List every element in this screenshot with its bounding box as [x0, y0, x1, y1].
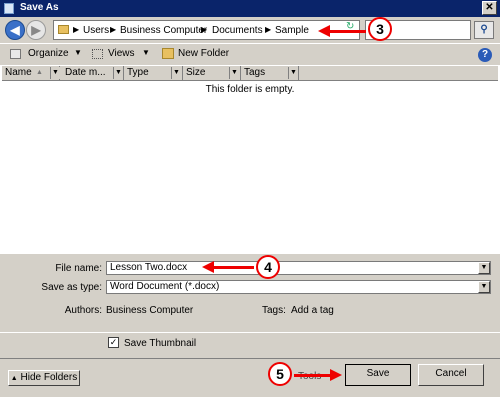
save-options-panel: File name: Lesson Two.docx ▼ Save as typ…: [0, 254, 500, 397]
authors-label: Authors:: [64, 305, 102, 316]
views-icon: [92, 49, 103, 59]
file-name-value: Lesson Two.docx: [110, 262, 188, 273]
new-folder-icon: [162, 48, 174, 59]
divider: [0, 332, 500, 333]
window-icon: [4, 3, 14, 14]
save-button[interactable]: Save: [345, 364, 411, 386]
save-type-select[interactable]: Word Document (*.docx): [106, 280, 491, 294]
chevron-up-icon: ▲: [10, 375, 18, 382]
help-icon[interactable]: ?: [478, 48, 492, 62]
save-type-value: Word Document (*.docx): [110, 281, 220, 292]
tags-field[interactable]: Add a tag: [291, 305, 334, 316]
chevron-down-icon[interactable]: ▼: [478, 262, 490, 274]
address-bar: ◀ ▶ ▶ Users ▶ Business Computer ▶ Docume…: [0, 17, 500, 43]
breadcrumb-documents[interactable]: Documents: [212, 25, 263, 36]
chevron-down-icon[interactable]: ▼: [50, 67, 60, 79]
chevron-right-icon[interactable]: ▶: [73, 25, 79, 34]
chevron-down-icon[interactable]: ▼: [171, 67, 181, 79]
annotation-arrow-head: [202, 261, 214, 273]
save-type-label: Save as type:: [41, 282, 102, 293]
title-bar: Save As ✕: [0, 0, 500, 17]
chevron-right-icon[interactable]: ▶: [110, 25, 116, 34]
chevron-down-icon[interactable]: ▼: [229, 67, 239, 79]
authors-field[interactable]: Business Computer: [106, 305, 193, 316]
folder-icon: [58, 25, 69, 34]
column-label: Type: [127, 67, 149, 78]
breadcrumb-sample[interactable]: Sample: [275, 25, 309, 36]
file-name-label: File name:: [55, 263, 102, 274]
cancel-button[interactable]: Cancel: [418, 364, 484, 386]
save-thumbnail-label: Save Thumbnail: [124, 338, 197, 349]
close-button[interactable]: ✕: [482, 1, 497, 15]
annotation-arrow-head: [330, 369, 342, 381]
organize-icon: [10, 49, 21, 59]
back-button[interactable]: ◀: [5, 20, 25, 40]
chevron-right-icon[interactable]: ▶: [201, 25, 207, 34]
chevron-down-icon[interactable]: ▼: [478, 281, 490, 293]
chevron-down-icon[interactable]: ▼: [74, 48, 82, 57]
views-button[interactable]: Views: [108, 48, 135, 59]
annotation-arrow: [212, 266, 254, 269]
annotation-arrow: [294, 374, 330, 377]
hide-folders-label: Hide Folders: [20, 372, 78, 383]
window-title: Save As: [20, 2, 59, 13]
step-4-callout: 4: [256, 255, 280, 279]
sort-up-icon: ▲: [36, 69, 43, 76]
step-5-callout: 5: [268, 362, 292, 386]
organize-button[interactable]: Organize: [28, 48, 69, 59]
toolbar: Organize ▼ Views ▼ New Folder ?: [0, 43, 500, 65]
chevron-down-icon[interactable]: ▼: [113, 67, 123, 79]
tags-label: Tags:: [262, 305, 286, 316]
column-header-row: Name ▲ ▼ Date m... ▼ Type ▼ Size ▼ Tags …: [2, 66, 498, 81]
chevron-down-icon[interactable]: ▼: [288, 67, 298, 79]
breadcrumb-business-computer[interactable]: Business Computer: [120, 25, 207, 36]
hide-folders-button[interactable]: ▲ Hide Folders: [8, 370, 80, 386]
file-name-field[interactable]: Lesson Two.docx: [106, 261, 491, 275]
step-3-callout: 3: [368, 17, 392, 41]
new-folder-button[interactable]: New Folder: [178, 48, 229, 59]
chevron-right-icon[interactable]: ▶: [265, 25, 271, 34]
column-label: Size: [186, 67, 206, 78]
empty-folder-message: This folder is empty.: [205, 84, 295, 95]
breadcrumb-users[interactable]: Users: [83, 25, 109, 36]
save-thumbnail-checkbox[interactable]: ✓: [108, 337, 119, 348]
column-label: Tags: [244, 67, 266, 78]
annotation-arrow-head: [318, 25, 330, 37]
file-list[interactable]: This folder is empty.: [2, 82, 498, 254]
search-icon[interactable]: ⚲: [474, 21, 494, 39]
breadcrumb[interactable]: ▶ Users ▶ Business Computer ▶ Documents …: [53, 20, 360, 40]
forward-button[interactable]: ▶: [26, 20, 46, 40]
annotation-arrow: [328, 30, 366, 33]
chevron-down-icon[interactable]: ▼: [142, 48, 150, 57]
divider: [0, 358, 500, 359]
column-label: Date m...: [65, 67, 106, 78]
column-label: Name: [5, 67, 32, 78]
